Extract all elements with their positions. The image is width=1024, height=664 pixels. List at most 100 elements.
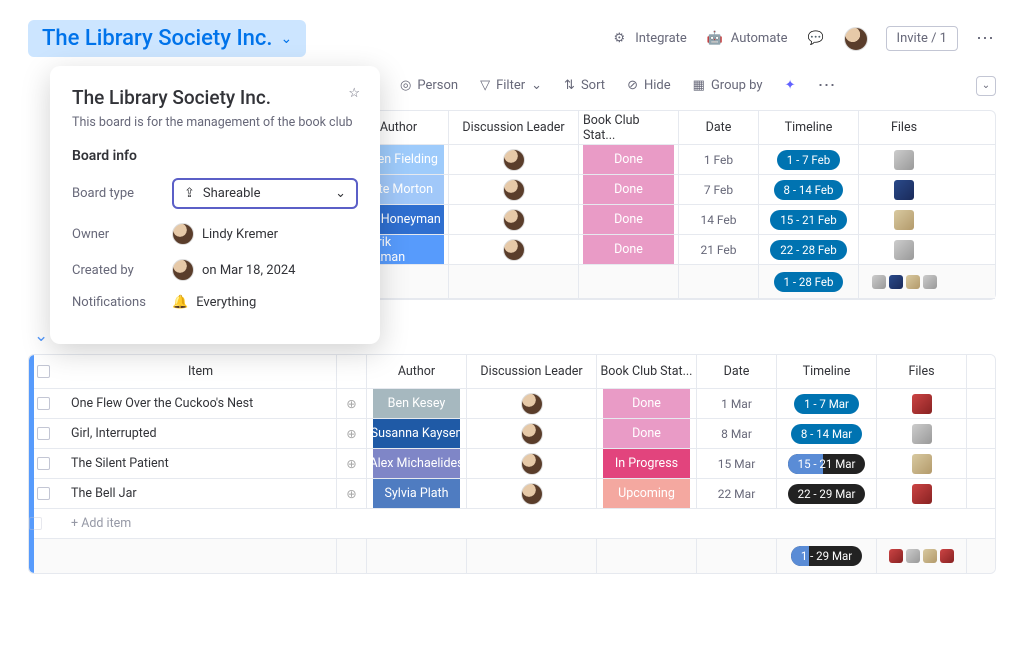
col-leader[interactable]: Discussion Leader bbox=[449, 111, 579, 144]
table-row[interactable]: Girl, Interrupted ⊕ Susanna Kaysen Done … bbox=[29, 419, 995, 449]
date-cell[interactable]: 7 Feb bbox=[679, 175, 759, 204]
integrate-button[interactable]: ⚙ Integrate bbox=[609, 31, 687, 46]
col-author[interactable]: Author bbox=[367, 355, 467, 388]
leader-avatar[interactable] bbox=[503, 179, 525, 201]
file-thumb[interactable] bbox=[894, 210, 914, 230]
col-status[interactable]: Book Club Stat... bbox=[579, 111, 679, 144]
timeline-pill[interactable]: 1 - 7 Mar bbox=[794, 394, 859, 414]
add-update-icon[interactable]: ⊕ bbox=[346, 456, 356, 472]
timeline-pill[interactable]: 8 - 14 Feb bbox=[774, 180, 844, 200]
timeline-pill[interactable]: 22 - 28 Feb bbox=[770, 240, 846, 260]
invite-button[interactable]: Invite / 1 bbox=[886, 26, 958, 51]
status-cell[interactable]: Upcoming bbox=[603, 479, 690, 508]
add-item-input[interactable]: + Add item bbox=[57, 516, 995, 531]
group-by-button[interactable]: ▦ Group by bbox=[693, 78, 763, 93]
more-menu[interactable]: ⋯ bbox=[976, 28, 996, 49]
file-thumb[interactable] bbox=[912, 484, 932, 504]
timeline-pill[interactable]: 15 - 21 Feb bbox=[770, 210, 846, 230]
leader-avatar[interactable] bbox=[503, 149, 525, 171]
leader-avatar[interactable] bbox=[521, 483, 543, 505]
status-cell[interactable]: Done bbox=[603, 389, 690, 418]
select-all-checkbox[interactable] bbox=[37, 365, 50, 378]
table-row[interactable]: The Silent Patient ⊕ Alex Michaelides In… bbox=[29, 449, 995, 479]
file-thumb[interactable] bbox=[912, 454, 932, 474]
date-cell[interactable]: 1 Feb bbox=[679, 145, 759, 174]
timeline-pill[interactable]: 8 - 14 Mar bbox=[791, 424, 862, 444]
status-cell[interactable]: Done bbox=[583, 205, 674, 234]
row-checkbox[interactable] bbox=[37, 457, 50, 470]
automate-button[interactable]: 🤖 Automate bbox=[705, 31, 788, 46]
filter-button[interactable]: ▽ Filter ⌄ bbox=[480, 78, 542, 93]
col-item[interactable]: Item bbox=[57, 355, 337, 388]
col-timeline[interactable]: Timeline bbox=[759, 111, 859, 144]
add-update-icon[interactable]: ⊕ bbox=[346, 396, 356, 412]
table-row[interactable]: Fredrik Backman Done 21 Feb 22 - 28 Feb bbox=[349, 235, 995, 265]
col-files[interactable]: Files bbox=[877, 355, 967, 388]
hide-button[interactable]: ⊘ Hide bbox=[627, 78, 671, 93]
author-cell[interactable]: Alex Michaelides bbox=[373, 449, 460, 478]
item-name[interactable]: Girl, Interrupted bbox=[57, 419, 337, 448]
sort-button[interactable]: ⇅ Sort bbox=[564, 78, 605, 93]
row-checkbox[interactable] bbox=[37, 397, 50, 410]
status-cell[interactable]: Done bbox=[583, 235, 674, 264]
date-cell[interactable]: 8 Mar bbox=[697, 419, 777, 448]
item-name[interactable]: The Bell Jar bbox=[57, 479, 337, 508]
author-cell[interactable]: Sylvia Plath bbox=[373, 479, 460, 508]
file-thumb[interactable] bbox=[894, 150, 914, 170]
table-row[interactable]: One Flew Over the Cuckoo's Nest ⊕ Ben Ke… bbox=[29, 389, 995, 419]
table-row[interactable]: The Bell Jar ⊕ Sylvia Plath Upcoming 22 … bbox=[29, 479, 995, 509]
collapse-button[interactable]: ⌄ bbox=[976, 76, 996, 96]
date-cell[interactable]: 21 Feb bbox=[679, 235, 759, 264]
leader-avatar[interactable] bbox=[521, 393, 543, 415]
timeline-pill[interactable]: 22 - 29 Mar bbox=[788, 484, 866, 504]
row-checkbox[interactable] bbox=[37, 487, 50, 500]
file-thumb[interactable] bbox=[894, 180, 914, 200]
status-cell[interactable]: Done bbox=[603, 419, 690, 448]
date-cell[interactable]: 1 Mar bbox=[697, 389, 777, 418]
leader-avatar[interactable] bbox=[521, 453, 543, 475]
filter-icon: ▽ bbox=[480, 78, 490, 93]
col-files[interactable]: Files bbox=[859, 111, 949, 144]
leader-avatar[interactable] bbox=[503, 239, 525, 261]
status-cell[interactable]: Done bbox=[583, 145, 674, 174]
board-title[interactable]: The Library Society Inc. ⌄ bbox=[28, 20, 306, 57]
row-checkbox[interactable] bbox=[29, 517, 42, 530]
table-row[interactable]: Kate Morton Done 7 Feb 8 - 14 Feb bbox=[349, 175, 995, 205]
item-name[interactable]: The Silent Patient bbox=[57, 449, 337, 478]
timeline-pill[interactable]: 15 - 21 Mar bbox=[788, 454, 866, 474]
col-status[interactable]: Book Club Stat... bbox=[597, 355, 697, 388]
timeline-summary: 1 - 29 Mar bbox=[791, 546, 862, 566]
toolbar-more[interactable]: ⋯ bbox=[817, 75, 837, 96]
date-cell[interactable]: 15 Mar bbox=[697, 449, 777, 478]
board-type-select[interactable]: ⇪ Shareable ⌄ bbox=[172, 178, 358, 209]
item-name[interactable]: One Flew Over the Cuckoo's Nest bbox=[57, 389, 337, 418]
person-filter[interactable]: ◎ Person bbox=[400, 78, 458, 93]
col-date[interactable]: Date bbox=[697, 355, 777, 388]
row-checkbox[interactable] bbox=[37, 427, 50, 440]
table-row[interactable]: Gail Honeyman Done 14 Feb 15 - 21 Feb bbox=[349, 205, 995, 235]
status-cell[interactable]: In Progress bbox=[603, 449, 690, 478]
file-thumb[interactable] bbox=[894, 240, 914, 260]
add-update-icon[interactable]: ⊕ bbox=[346, 426, 356, 442]
timeline-pill[interactable]: 1 - 7 Feb bbox=[777, 150, 840, 170]
leader-avatar[interactable] bbox=[521, 423, 543, 445]
leader-avatar[interactable] bbox=[503, 209, 525, 231]
author-cell[interactable]: Ben Kesey bbox=[373, 389, 460, 418]
ai-button[interactable]: ✦ bbox=[785, 78, 796, 93]
user-avatar[interactable] bbox=[844, 27, 868, 51]
file-thumb[interactable] bbox=[912, 394, 932, 414]
col-timeline[interactable]: Timeline bbox=[777, 355, 877, 388]
status-cell[interactable]: Done bbox=[583, 175, 674, 204]
add-update-icon[interactable]: ⊕ bbox=[346, 486, 356, 502]
col-date[interactable]: Date bbox=[679, 111, 759, 144]
date-cell[interactable]: 22 Mar bbox=[697, 479, 777, 508]
robot-icon: 🤖 bbox=[705, 31, 725, 46]
date-cell[interactable]: 14 Feb bbox=[679, 205, 759, 234]
file-thumb[interactable] bbox=[912, 424, 932, 444]
chat-button[interactable]: 💬 bbox=[806, 31, 826, 46]
add-item-row[interactable]: + Add item bbox=[29, 509, 995, 539]
col-leader[interactable]: Discussion Leader bbox=[467, 355, 597, 388]
author-cell[interactable]: Susanna Kaysen bbox=[373, 419, 460, 448]
favorite-star-icon[interactable]: ☆ bbox=[348, 86, 360, 101]
table-row[interactable]: Helen Fielding Done 1 Feb 1 - 7 Feb bbox=[349, 145, 995, 175]
